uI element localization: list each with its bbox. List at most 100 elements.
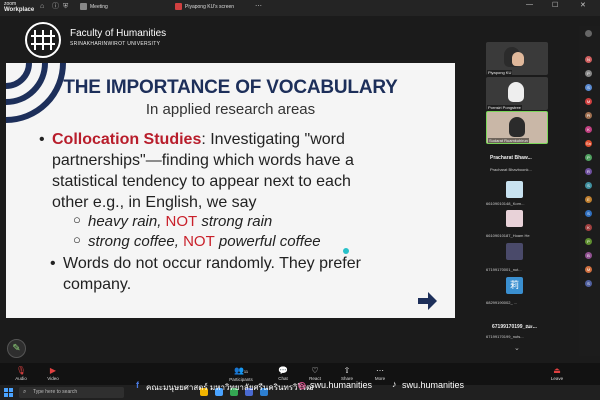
participant-thumb[interactable] [506,210,523,227]
slide-title: THE IMPORTANCE OF VOCABULARY [63,77,398,98]
participant-name-small: Pracharat Bhavboonk... [490,167,532,172]
sub-bullet: ○ [73,212,81,227]
participant-thumb[interactable] [506,181,523,198]
leave-icon: ⏏ [553,366,561,375]
zoom-brand: zoom Workplace [4,1,34,13]
tab-screen-share-label: Piyapong KU's screen [185,4,235,10]
rail-avatar[interactable]: Pl [585,112,592,119]
rail-avatar[interactable]: P [585,238,592,245]
example-strong-coffee: ○ strong coffee, NOT powerful coffee [73,232,321,250]
more-options-icon[interactable]: ⋯ [255,3,262,11]
title-bar: zoom Workplace ⌂ ⓘ ⛨ Meeting Piyapong KU… [0,0,600,16]
participant-name-large: Pracharat Bhaw... [490,155,532,161]
rail-avatar[interactable]: E [585,196,592,203]
rail-avatar[interactable]: S [585,182,592,189]
microphone-muted-icon: 🎙 [15,366,27,375]
heart-icon: ♡ [311,366,319,375]
participant-panel: Piyapong KU Pornsiri Pongstree Sudarat R… [484,25,554,355]
video-button[interactable]: ▶ Video [38,366,68,381]
tiktok-icon: ♪ [392,379,397,389]
rail-avatar[interactable]: R [585,168,592,175]
tile-name: Piyapong KU [487,70,513,75]
leave-button[interactable]: ⏏ Leave [542,366,572,381]
participant-rail: N P S M Pl K Sn P R S E S K P B M S [579,26,600,356]
rail-avatar[interactable]: N [585,56,592,63]
facebook-icon: f [136,380,139,390]
close-icon[interactable]: ✕ [580,1,586,9]
bullet-dot: • [50,255,56,272]
banner-tiktok-text: swu.humanities [402,380,465,390]
example-text: strong rain [197,213,273,230]
shared-slide: THE IMPORTANCE OF VOCABULARY In applied … [6,63,455,318]
meeting-icon [80,3,87,11]
logo-mark-icon [31,30,55,50]
bullet-words-random: • Words do not occur randomly. They pref… [50,253,423,295]
university-name: SRINAKHARINWIROT UNIVERSITY [70,41,161,47]
bullet-text: other e.g., in English, we say [52,194,257,211]
example-text: heavy rain, [88,213,166,230]
tab-meeting-label: Meeting [90,4,108,10]
banner-instagram-text: swu.humanities [310,380,373,390]
home-icon[interactable]: ⌂ [40,3,44,11]
chat-icon: 💬 [278,366,288,375]
rail-avatar[interactable]: S [585,280,592,287]
people-icon: 👥11 [233,366,249,375]
participant-name-large: 67199170199_ณะ... [492,324,537,330]
participant-label: 66109010148_Korn... [486,201,525,206]
active-speaker-tile[interactable]: Sudarat Ruamkuhirun [486,111,548,144]
taskbar-search-input[interactable]: ⌕ Type here to search [19,387,124,398]
annotate-pen-button[interactable]: ✎ [7,339,26,358]
rail-icon[interactable] [585,30,592,37]
rail-avatar[interactable]: M [585,98,592,105]
slide-subtitle: In applied research areas [145,101,316,118]
collocation-term: Collocation Studies [52,131,202,148]
participant-thumb[interactable] [506,243,523,260]
participant-face [512,52,524,66]
minimize-icon[interactable]: — [526,1,533,8]
next-arrow-icon [418,292,437,310]
bullet-text: : Investigating "word [201,131,345,148]
rail-avatar[interactable]: P [585,154,592,161]
search-placeholder: Type here to search [33,389,78,395]
rail-avatar[interactable]: S [585,84,592,91]
rail-avatar[interactable]: K [585,224,592,231]
sub-bullet: ○ [73,232,81,247]
tab-screen-share[interactable]: Piyapong KU's screen [175,2,265,13]
chevron-down-icon[interactable]: ⌄ [514,345,520,353]
participant-count: 11 [243,369,249,374]
tile-name: Sudarat Ruamkuhirun [488,138,529,143]
windows-start-icon[interactable] [4,388,13,397]
tile-name: Pornsiri Pongstree [487,105,522,110]
rail-avatar[interactable]: Sn [585,140,592,147]
participant-label: 67199170199_nuts... [486,334,524,339]
bullet-collocation: • Collocation Studies: Investigating "wo… [39,129,432,213]
faculty-name: Faculty of Humanities [70,28,167,39]
info-icon[interactable]: ⓘ [52,3,59,11]
bullet-text: partnerships"—finding which words have a [52,152,354,169]
participant-face [508,82,524,102]
banner-facebook-text: คณะมนุษยศาสตร์ มหาวิทยาลัยศรีนครินทรวิโร… [146,383,314,392]
bullet-dot: • [39,131,45,148]
audio-button[interactable]: 🎙 Audio [6,366,36,381]
rail-avatar[interactable]: B [585,252,592,259]
instagram-icon: ◎ [298,380,306,390]
rail-avatar[interactable]: K [585,126,592,133]
participant-label: 68299190002_ ... [486,300,518,305]
video-label: Video [47,376,59,381]
maximize-icon[interactable]: ☐ [552,1,558,9]
rail-avatar[interactable]: M [585,266,592,273]
audio-label: Audio [15,376,27,381]
participant-face [509,117,525,137]
participant-thumb[interactable]: 莉 [506,277,523,294]
rail-avatar[interactable]: P [585,70,592,77]
participant-label: 67199170001_nut... [486,267,522,272]
tab-meeting[interactable]: Meeting [80,2,108,13]
example-text: strong coffee, [88,233,184,250]
share-avatar-icon [175,3,182,11]
rail-avatar[interactable]: S [585,210,592,217]
share-screen-icon: ⇧ [343,366,351,375]
video-tile[interactable]: Piyapong KU [486,42,548,75]
brand-bottom: Workplace [4,7,35,13]
shield-icon[interactable]: ⛨ [63,3,68,11]
video-tile[interactable]: Pornsiri Pongstree [486,77,548,110]
